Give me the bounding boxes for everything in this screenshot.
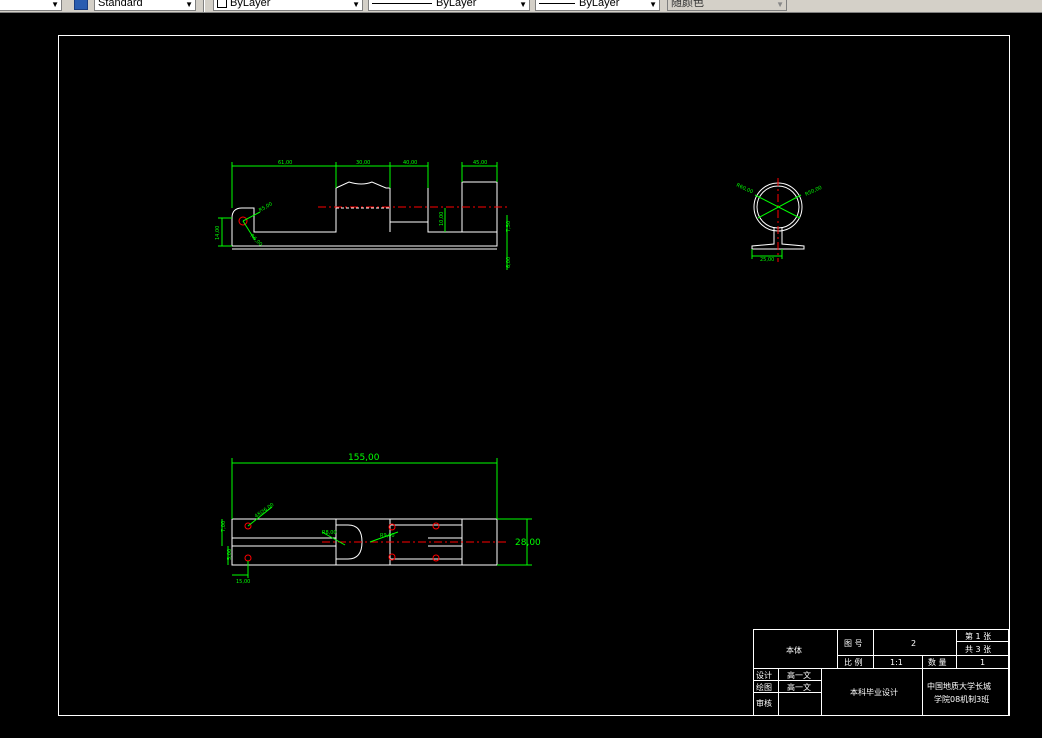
toolbar-separator bbox=[203, 0, 205, 12]
color-swatch-icon bbox=[217, 0, 227, 9]
chevron-down-icon: ▼ bbox=[519, 0, 527, 9]
chevron-down-icon: ▼ bbox=[649, 0, 657, 9]
dim-label: 40,00 bbox=[403, 160, 417, 166]
drawing-border bbox=[58, 35, 1010, 716]
dim-label: R9,00 bbox=[380, 533, 395, 539]
drawing-no-label: 图 号 bbox=[844, 639, 863, 648]
side-dim-labels: R60,00 R50,00 25,00 bbox=[735, 182, 823, 263]
dim-label: 7,50 bbox=[506, 221, 512, 232]
line-preview-icon bbox=[372, 2, 432, 4]
drawing-canvas[interactable]: 61,00 30,00 40,00 45,00 14,00 10,00 R5,0… bbox=[0, 13, 1042, 738]
design-label: 设计 bbox=[756, 670, 772, 680]
layer-dropdown[interactable]: ByLayer ▼ bbox=[213, 0, 363, 11]
dim-label: 5,00 bbox=[227, 549, 233, 560]
dim-label: 45,00 bbox=[473, 160, 487, 166]
toolbar-dropdown-first[interactable]: ▼ bbox=[0, 0, 62, 11]
properties-toolbar: ▼ Standard ▼ ByLayer ▼ ByLayer ▼ ByLayer… bbox=[0, 0, 1042, 13]
front-dimensions bbox=[218, 162, 508, 270]
dim-label: 6,00 bbox=[506, 257, 512, 268]
dim-label: R60,00 bbox=[735, 182, 754, 195]
qty-value: 1 bbox=[980, 658, 985, 667]
design-name: 高一文 bbox=[787, 670, 811, 680]
dim-label: 30,00 bbox=[356, 160, 370, 166]
dim-label: 4X∅6,00 bbox=[254, 502, 276, 520]
dropdown-value: ByLayer bbox=[579, 0, 620, 9]
text-style-dropdown[interactable]: Standard ▼ bbox=[94, 0, 196, 11]
sheet-label: 第 1 张 bbox=[965, 631, 991, 641]
project-name: 本科毕业设计 bbox=[850, 687, 898, 697]
text-style-icon[interactable] bbox=[74, 0, 88, 10]
chevron-down-icon: ▼ bbox=[51, 0, 59, 9]
chevron-down-icon: ▼ bbox=[776, 0, 784, 9]
review-label: 审核 bbox=[756, 698, 772, 708]
class-name: 学院08机制3班 bbox=[934, 694, 989, 704]
dim-label: 25,00 bbox=[760, 257, 774, 263]
total-label: 共 3 张 bbox=[965, 645, 991, 654]
dropdown-value: ByLayer bbox=[436, 0, 477, 9]
front-dim-labels: 61,00 30,00 40,00 45,00 14,00 10,00 R5,0… bbox=[215, 160, 512, 268]
scale-label: 比 例 bbox=[844, 657, 863, 667]
part-name: 本体 bbox=[786, 645, 802, 655]
dim-label-length: 155,00 bbox=[348, 453, 380, 463]
dim-label: R8,00 bbox=[322, 530, 337, 536]
qty-label: 数 量 bbox=[928, 657, 947, 667]
dropdown-value: Standard bbox=[98, 0, 143, 9]
school-name: 中国地质大学长城 bbox=[927, 681, 991, 691]
plot-style-dropdown[interactable]: 随颜色 ▼ bbox=[667, 0, 787, 11]
draw-label: 绘图 bbox=[756, 682, 772, 692]
line-preview-icon bbox=[539, 2, 575, 4]
dim-label: 15,00 bbox=[236, 579, 250, 585]
chevron-down-icon: ▼ bbox=[185, 0, 193, 9]
dim-label: 61,00 bbox=[278, 160, 292, 166]
dropdown-value: ByLayer bbox=[230, 0, 271, 9]
draw-name: 高一文 bbox=[787, 682, 811, 692]
drawing-no: 2 bbox=[911, 639, 916, 648]
front-view bbox=[231, 181, 498, 250]
dim-label: R5,00 bbox=[258, 201, 274, 214]
dropdown-value: 随颜色 bbox=[671, 0, 704, 9]
dim-label: R50,00 bbox=[804, 185, 823, 198]
dim-label: 14,00 bbox=[215, 226, 221, 240]
top-dimensions bbox=[221, 458, 532, 578]
dim-label: 10,00 bbox=[439, 212, 445, 226]
dim-label: 7,00 bbox=[221, 521, 227, 532]
chevron-down-icon: ▼ bbox=[352, 0, 360, 9]
lineweight-dropdown[interactable]: ByLayer ▼ bbox=[535, 0, 660, 11]
dim-label-width: 28,00 bbox=[515, 538, 541, 548]
scale-value: 1:1 bbox=[890, 658, 903, 667]
linetype-dropdown[interactable]: ByLayer ▼ bbox=[368, 0, 530, 11]
